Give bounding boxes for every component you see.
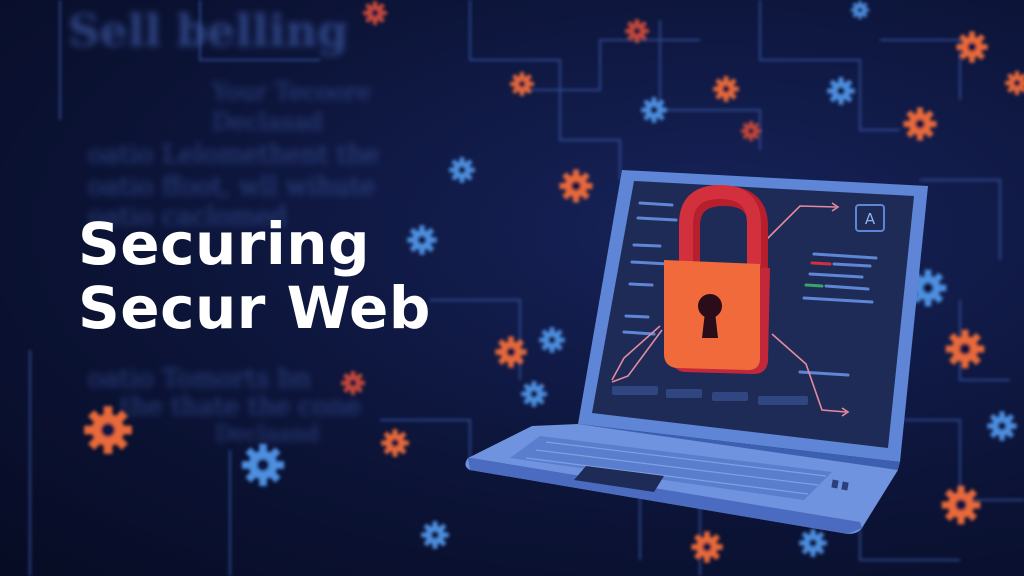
hero-banner: Sell belling Your Tecoore Declasad oatio… (0, 0, 1024, 576)
text-format-icon-label: A (865, 210, 876, 228)
laptop-illustration: A (465, 170, 928, 534)
